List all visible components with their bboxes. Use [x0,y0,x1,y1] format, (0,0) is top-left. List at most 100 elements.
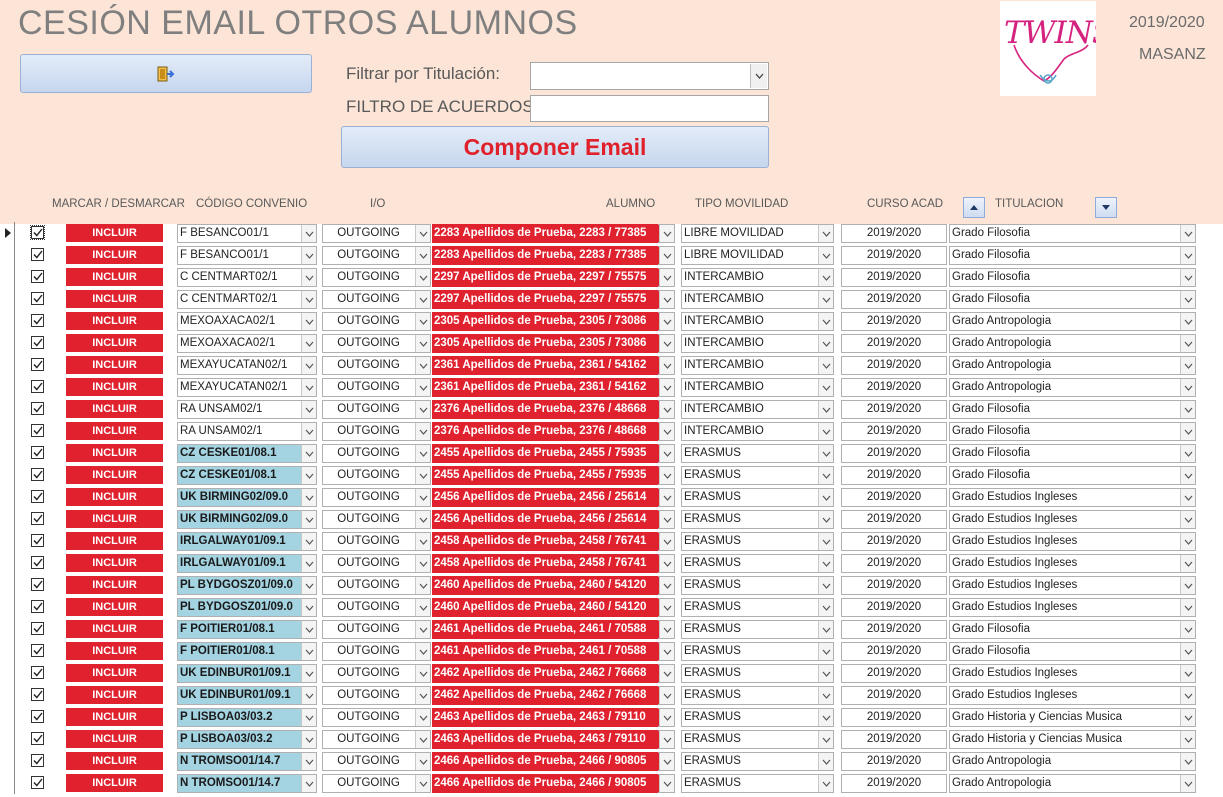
io-combo[interactable]: OUTGOING [322,400,431,419]
incluir-button[interactable]: INCLUIR [66,334,163,352]
codigo-convenio-combo[interactable]: F POITIER01/08.1 [177,620,317,639]
io-combo[interactable]: OUTGOING [322,620,431,639]
record-selector[interactable] [0,706,15,728]
chevron-down-icon[interactable] [415,511,430,528]
curso-acad-field[interactable]: 2019/2020 [841,444,947,463]
codigo-convenio-combo[interactable]: UK BIRMING02/09.0 [177,510,317,529]
chevron-down-icon[interactable] [301,467,316,484]
record-selector[interactable] [0,464,15,486]
chevron-down-icon[interactable] [659,357,674,374]
chevron-down-icon[interactable] [301,269,316,286]
alumno-dropdown[interactable] [658,620,675,639]
table-row[interactable]: INCLUIR CZ CESKE01/08.1 OUTGOING 2455 Apell… [0,464,1223,486]
chevron-down-icon[interactable] [659,291,674,308]
alumno-dropdown[interactable] [658,532,675,551]
chevron-down-icon[interactable] [1180,401,1195,418]
alumno-dropdown[interactable] [658,356,675,375]
chevron-down-icon[interactable] [818,687,833,704]
record-selector[interactable] [0,266,15,288]
filter-titulacion-combo[interactable] [530,62,769,90]
incluir-button[interactable]: INCLUIR [66,752,163,770]
codigo-convenio-combo[interactable]: P LISBOA03/03.2 [177,730,317,749]
chevron-down-icon[interactable] [1180,489,1195,506]
curso-acad-field[interactable]: 2019/2020 [841,268,947,287]
codigo-convenio-combo[interactable]: RA UNSAM02/1 [177,400,317,419]
alumno-field[interactable]: 2305 Apellidos de Prueba, 2305 / 73086 [432,334,673,353]
chevron-down-icon[interactable] [818,467,833,484]
tipo-movilidad-combo[interactable]: ERASMUS [681,488,834,507]
table-row[interactable]: INCLUIR P LISBOA03/03.2 OUTGOING 2463 Apell… [0,706,1223,728]
alumno-field[interactable]: 2460 Apellidos de Prueba, 2460 / 54120 [432,576,673,595]
table-row[interactable]: INCLUIR N TROMSO01/14.7 OUTGOING 2466 Apell… [0,772,1223,794]
marcar-checkbox[interactable] [31,622,44,635]
chevron-down-icon[interactable] [659,379,674,396]
codigo-convenio-combo[interactable]: N TROMSO01/14.7 [177,752,317,771]
incluir-button[interactable]: INCLUIR [66,444,163,462]
io-combo[interactable]: OUTGOING [322,730,431,749]
chevron-down-icon[interactable] [818,335,833,352]
titulacion-combo[interactable]: Grado Antropologia [949,356,1196,375]
incluir-button[interactable]: INCLUIR [66,268,163,286]
table-row[interactable]: INCLUIR PL BYDGOSZ01/09.0 OUTGOING 2460 Ape… [0,574,1223,596]
alumno-dropdown[interactable] [658,246,675,265]
table-row[interactable]: INCLUIR MEXAYUCATAN02/1 OUTGOING 2361 Apell… [0,354,1223,376]
table-row[interactable]: INCLUIR C CENTMART02/1 OUTGOING 2297 Apelli… [0,266,1223,288]
record-selector[interactable] [0,508,15,530]
alumno-field[interactable]: 2361 Apellidos de Prueba, 2361 / 54162 [432,378,673,397]
codigo-convenio-combo[interactable]: C CENTMART02/1 [177,290,317,309]
incluir-button[interactable]: INCLUIR [66,224,163,242]
titulacion-combo[interactable]: Grado Filosofia [949,642,1196,661]
alumno-dropdown[interactable] [658,400,675,419]
chevron-down-icon[interactable] [301,621,316,638]
incluir-button[interactable]: INCLUIR [66,400,163,418]
tipo-movilidad-combo[interactable]: INTERCAMBIO [681,400,834,419]
chevron-down-icon[interactable] [818,379,833,396]
chevron-down-icon[interactable] [1180,577,1195,594]
chevron-down-icon[interactable] [415,335,430,352]
codigo-convenio-combo[interactable]: MEXAYUCATAN02/1 [177,378,317,397]
table-row[interactable]: INCLUIR IRLGALWAY01/09.1 OUTGOING 2458 Apel… [0,552,1223,574]
alumno-field[interactable]: 2463 Apellidos de Prueba, 2463 / 79110 [432,708,673,727]
chevron-down-icon[interactable] [659,643,674,660]
codigo-convenio-combo[interactable]: CZ CESKE01/08.1 [177,444,317,463]
codigo-convenio-combo[interactable]: UK BIRMING02/09.0 [177,488,317,507]
chevron-down-icon[interactable] [415,731,430,748]
record-selector[interactable] [0,354,15,376]
table-row[interactable]: INCLUIR IRLGALWAY01/09.1 OUTGOING 2458 Apel… [0,530,1223,552]
alumno-field[interactable]: 2305 Apellidos de Prueba, 2305 / 73086 [432,312,673,331]
alumno-dropdown[interactable] [658,488,675,507]
chevron-down-icon[interactable] [415,555,430,572]
titulacion-combo[interactable]: Grado Antropologia [949,752,1196,771]
chevron-down-icon[interactable] [659,599,674,616]
titulacion-combo[interactable]: Grado Estudios Ingleses [949,686,1196,705]
io-combo[interactable]: OUTGOING [322,444,431,463]
incluir-button[interactable]: INCLUIR [66,686,163,704]
chevron-down-icon[interactable] [1180,731,1195,748]
alumno-dropdown[interactable] [658,664,675,683]
marcar-checkbox[interactable] [31,512,44,525]
curso-acad-field[interactable]: 2019/2020 [841,378,947,397]
incluir-button[interactable]: INCLUIR [66,246,163,264]
alumno-dropdown[interactable] [658,312,675,331]
alumno-field[interactable]: 2455 Apellidos de Prueba, 2455 / 75935 [432,466,673,485]
titulacion-combo[interactable]: Grado Antropologia [949,774,1196,793]
codigo-convenio-combo[interactable]: P LISBOA03/03.2 [177,708,317,727]
io-combo[interactable]: OUTGOING [322,356,431,375]
alumno-dropdown[interactable] [658,730,675,749]
codigo-convenio-combo[interactable]: MEXOAXACA02/1 [177,334,317,353]
chevron-down-icon[interactable] [415,291,430,308]
alumno-dropdown[interactable] [658,378,675,397]
chevron-down-icon[interactable] [301,379,316,396]
chevron-down-icon[interactable] [818,401,833,418]
table-row[interactable]: INCLUIR C CENTMART02/1 OUTGOING 2297 Apelli… [0,288,1223,310]
curso-acad-field[interactable]: 2019/2020 [841,422,947,441]
curso-acad-field[interactable]: 2019/2020 [841,246,947,265]
chevron-down-icon[interactable] [415,753,430,770]
table-row[interactable]: INCLUIR CZ CESKE01/08.1 OUTGOING 2455 Apell… [0,442,1223,464]
incluir-button[interactable]: INCLUIR [66,554,163,572]
curso-acad-field[interactable]: 2019/2020 [841,466,947,485]
titulacion-combo[interactable]: Grado Antropologia [949,334,1196,353]
alumno-dropdown[interactable] [658,642,675,661]
titulacion-combo[interactable]: Grado Estudios Ingleses [949,598,1196,617]
io-combo[interactable]: OUTGOING [322,752,431,771]
